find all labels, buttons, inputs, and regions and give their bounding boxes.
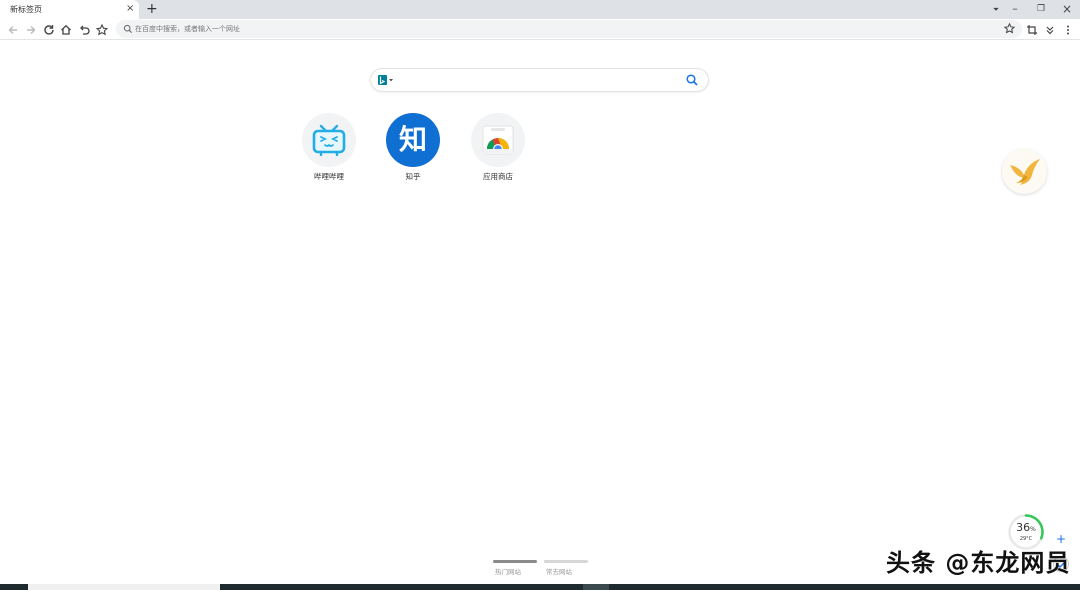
search-icon: [123, 24, 132, 33]
tab-hot-sites-indicator[interactable]: [493, 560, 537, 563]
toolbar: 在百度中搜索，或者输入一个网址: [0, 19, 1080, 40]
taskbar-search[interactable]: [28, 584, 220, 590]
shortcut-zhihu[interactable]: 知 知乎: [378, 113, 448, 182]
tab-hot-sites[interactable]: 热门网站: [486, 566, 530, 576]
forward-icon[interactable]: [24, 22, 38, 36]
bookmark-star-icon[interactable]: [1003, 22, 1016, 35]
bing-icon[interactable]: [378, 75, 396, 87]
zhihu-icon: 知: [386, 113, 440, 167]
weather-percent: 36%: [1016, 521, 1036, 534]
restore-button[interactable]: ❐: [1033, 2, 1049, 16]
chrome-icon: [471, 113, 525, 167]
star-icon[interactable]: [95, 22, 109, 36]
address-bar-placeholder: 在百度中搜索，或者输入一个网址: [135, 25, 240, 33]
browser-window: 新标签页 × + ⏷ – ❐ × 在百度中搜索，或者输入一个网址 哔哩哔哩 知 …: [0, 0, 1080, 590]
reload-icon[interactable]: [42, 22, 56, 36]
shortcut-label: 应用商店: [483, 172, 513, 181]
tab-frequent-sites-indicator[interactable]: [544, 560, 588, 563]
search-box[interactable]: [370, 68, 709, 92]
tab-search-dropdown-icon[interactable]: ⏷: [988, 3, 1004, 17]
tab-new-tab[interactable]: 新标签页 ×: [0, 0, 139, 19]
address-bar[interactable]: 在百度中搜索，或者输入一个网址: [116, 20, 1022, 38]
back-icon[interactable]: [6, 22, 20, 36]
bilibili-icon: [302, 113, 356, 167]
shortcut-bilibili[interactable]: 哔哩哔哩: [294, 113, 364, 182]
weather-temperature: 29°C: [1019, 536, 1033, 542]
assistant-bird-button[interactable]: [1002, 149, 1047, 194]
tab-close-icon[interactable]: ×: [126, 3, 134, 15]
bird-icon: [1010, 159, 1040, 185]
taskbar-app[interactable]: [583, 584, 609, 590]
shortcut-label: 知乎: [405, 172, 421, 181]
tab-frequent-sites[interactable]: 常去网站: [537, 566, 581, 576]
shortcut-label: 哔哩哔哩: [314, 172, 344, 181]
crop-icon[interactable]: [1025, 22, 1039, 36]
tab-strip: 新标签页 × + ⏷ – ❐ ×: [0, 0, 1080, 19]
close-window-button[interactable]: ×: [1059, 2, 1075, 16]
extension-chevron-icon[interactable]: [1043, 22, 1057, 36]
shortcut-app-store[interactable]: 应用商店: [463, 113, 533, 182]
zhihu-logo-glyph: 知: [398, 123, 427, 156]
tab-title: 新标签页: [10, 5, 42, 14]
undo-icon[interactable]: [77, 22, 91, 36]
menu-dots-icon[interactable]: [1061, 22, 1075, 36]
watermark: 头条 @东龙网员: [886, 549, 1071, 577]
new-tab-button[interactable]: +: [146, 1, 158, 17]
minimize-button[interactable]: –: [1007, 2, 1023, 16]
search-icon[interactable]: [685, 73, 699, 87]
taskbar: [0, 584, 1080, 590]
home-icon[interactable]: [59, 22, 73, 36]
